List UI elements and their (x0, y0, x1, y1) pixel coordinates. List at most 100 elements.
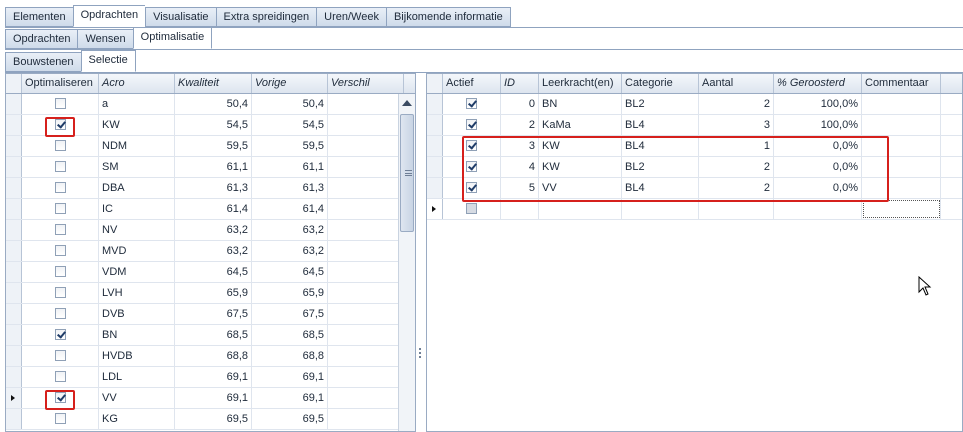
optimaliseren-checkbox[interactable] (54, 265, 66, 277)
kwaliteit-cell[interactable]: 63,2 (175, 241, 252, 261)
subtab-opdrachten[interactable]: Opdrachten (5, 29, 78, 49)
aantal-cell[interactable]: 2 (699, 178, 774, 198)
table-row[interactable]: 0 BN BL2 2 100,0% (427, 94, 962, 115)
acro-cell[interactable]: NDM (99, 136, 175, 156)
actief-cell[interactable] (443, 136, 501, 156)
row-indicator[interactable] (6, 304, 22, 324)
empty-cell[interactable] (501, 199, 539, 219)
actief-cell[interactable] (443, 199, 501, 219)
optimaliseren-checkbox[interactable] (54, 223, 66, 235)
verschil-cell[interactable] (328, 136, 404, 156)
id-cell[interactable]: 5 (501, 178, 539, 198)
categorie-cell[interactable]: BL4 (622, 115, 699, 135)
row-indicator[interactable] (427, 136, 443, 156)
column-header-optimaliseren[interactable]: Optimaliseren (22, 74, 99, 93)
splitter-handle[interactable] (419, 348, 422, 362)
row-indicator[interactable] (6, 325, 22, 345)
kwaliteit-cell[interactable]: 69,1 (175, 367, 252, 387)
vorige-cell[interactable]: 67,5 (252, 304, 328, 324)
optimaliseren-cell[interactable] (22, 346, 99, 366)
optimaliseren-checkbox[interactable] (54, 160, 66, 172)
kwaliteit-cell[interactable]: 65,9 (175, 283, 252, 303)
leerkracht-cell[interactable]: VV (539, 178, 622, 198)
row-indicator[interactable] (427, 157, 443, 177)
optimaliseren-checkbox[interactable] (54, 97, 66, 109)
row-indicator[interactable] (6, 409, 22, 429)
acro-cell[interactable]: DVB (99, 304, 175, 324)
id-cell[interactable]: 3 (501, 136, 539, 156)
id-cell[interactable]: 2 (501, 115, 539, 135)
vorige-cell[interactable]: 69,1 (252, 388, 328, 408)
actief-cell[interactable] (443, 178, 501, 198)
column-header-categorie[interactable]: Categorie (622, 74, 699, 93)
optimaliseren-checkbox[interactable] (54, 370, 66, 382)
table-row[interactable]: 3 KW BL4 1 0,0% (427, 136, 962, 157)
verschil-cell[interactable] (328, 346, 404, 366)
empty-cell[interactable] (774, 199, 862, 219)
row-indicator[interactable] (6, 241, 22, 261)
verschil-cell[interactable] (328, 115, 404, 135)
optimaliseren-cell[interactable] (22, 241, 99, 261)
kwaliteit-cell[interactable]: 61,3 (175, 178, 252, 198)
vorige-cell[interactable]: 63,2 (252, 220, 328, 240)
acro-cell[interactable]: KG (99, 409, 175, 429)
kwaliteit-cell[interactable]: 61,1 (175, 157, 252, 177)
vorige-cell[interactable]: 68,8 (252, 346, 328, 366)
row-indicator[interactable] (6, 136, 22, 156)
optimaliseren-checkbox[interactable] (54, 139, 66, 151)
table-row[interactable]: 4 KW BL2 2 0,0% (427, 157, 962, 178)
vertical-scrollbar[interactable] (398, 94, 415, 431)
optimaliseren-cell[interactable] (22, 157, 99, 177)
optimaliseren-cell[interactable] (22, 199, 99, 219)
optimaliseren-cell[interactable] (22, 136, 99, 156)
actief-checkbox[interactable] (466, 202, 477, 214)
aantal-cell[interactable]: 2 (699, 94, 774, 114)
kwaliteit-cell[interactable]: 50,4 (175, 94, 252, 114)
vorige-cell[interactable]: 68,5 (252, 325, 328, 345)
table-row[interactable]: DVB 67,5 67,5 (6, 304, 415, 325)
id-cell[interactable]: 0 (501, 94, 539, 114)
acro-cell[interactable]: LVH (99, 283, 175, 303)
table-row[interactable]: DBA 61,3 61,3 (6, 178, 415, 199)
table-row[interactable]: KW 54,5 54,5 (6, 115, 415, 136)
categorie-cell[interactable]: BL4 (622, 178, 699, 198)
actief-checkbox[interactable] (466, 97, 477, 109)
vorige-cell[interactable]: 61,1 (252, 157, 328, 177)
aantal-cell[interactable]: 1 (699, 136, 774, 156)
table-row[interactable]: KG 69,5 69,5 (6, 409, 415, 430)
empty-cell[interactable] (622, 199, 699, 219)
table-row[interactable]: a 50,4 50,4 (6, 94, 415, 115)
column-header-id[interactable]: ID (501, 74, 539, 93)
row-indicator[interactable] (6, 283, 22, 303)
aantal-cell[interactable]: 3 (699, 115, 774, 135)
actief-cell[interactable] (443, 94, 501, 114)
table-row[interactable]: LDL 69,1 69,1 (6, 367, 415, 388)
acro-cell[interactable]: LDL (99, 367, 175, 387)
verschil-cell[interactable] (328, 199, 404, 219)
column-header-kwaliteit[interactable]: Kwaliteit (175, 74, 252, 93)
row-indicator[interactable] (6, 388, 22, 408)
optimaliseren-cell[interactable] (22, 115, 99, 135)
row-indicator[interactable] (427, 178, 443, 198)
column-header-vorige[interactable]: Vorige (252, 74, 328, 93)
actief-checkbox[interactable] (466, 160, 477, 172)
row-indicator[interactable] (6, 346, 22, 366)
actief-cell[interactable] (443, 157, 501, 177)
column-header-leerkrachten[interactable]: Leerkracht(en) (539, 74, 622, 93)
geroosterd-cell[interactable]: 100,0% (774, 115, 862, 135)
column-header-geroosterd[interactable]: % Geroosterd (774, 74, 862, 93)
vorige-cell[interactable]: 50,4 (252, 94, 328, 114)
column-header-verschil[interactable]: Verschil (328, 74, 404, 93)
scroll-thumb[interactable] (400, 114, 414, 232)
column-header-actief[interactable]: Actief (443, 74, 501, 93)
leerkracht-cell[interactable]: KW (539, 157, 622, 177)
acro-cell[interactable]: a (99, 94, 175, 114)
acro-cell[interactable]: MVD (99, 241, 175, 261)
table-row[interactable]: VV 69,1 69,1 (6, 388, 415, 409)
aantal-cell[interactable]: 2 (699, 157, 774, 177)
leerkracht-cell[interactable]: KaMa (539, 115, 622, 135)
optimaliseren-checkbox[interactable] (54, 244, 66, 256)
acro-cell[interactable]: VDM (99, 262, 175, 282)
kwaliteit-cell[interactable]: 61,4 (175, 199, 252, 219)
vorige-cell[interactable]: 54,5 (252, 115, 328, 135)
